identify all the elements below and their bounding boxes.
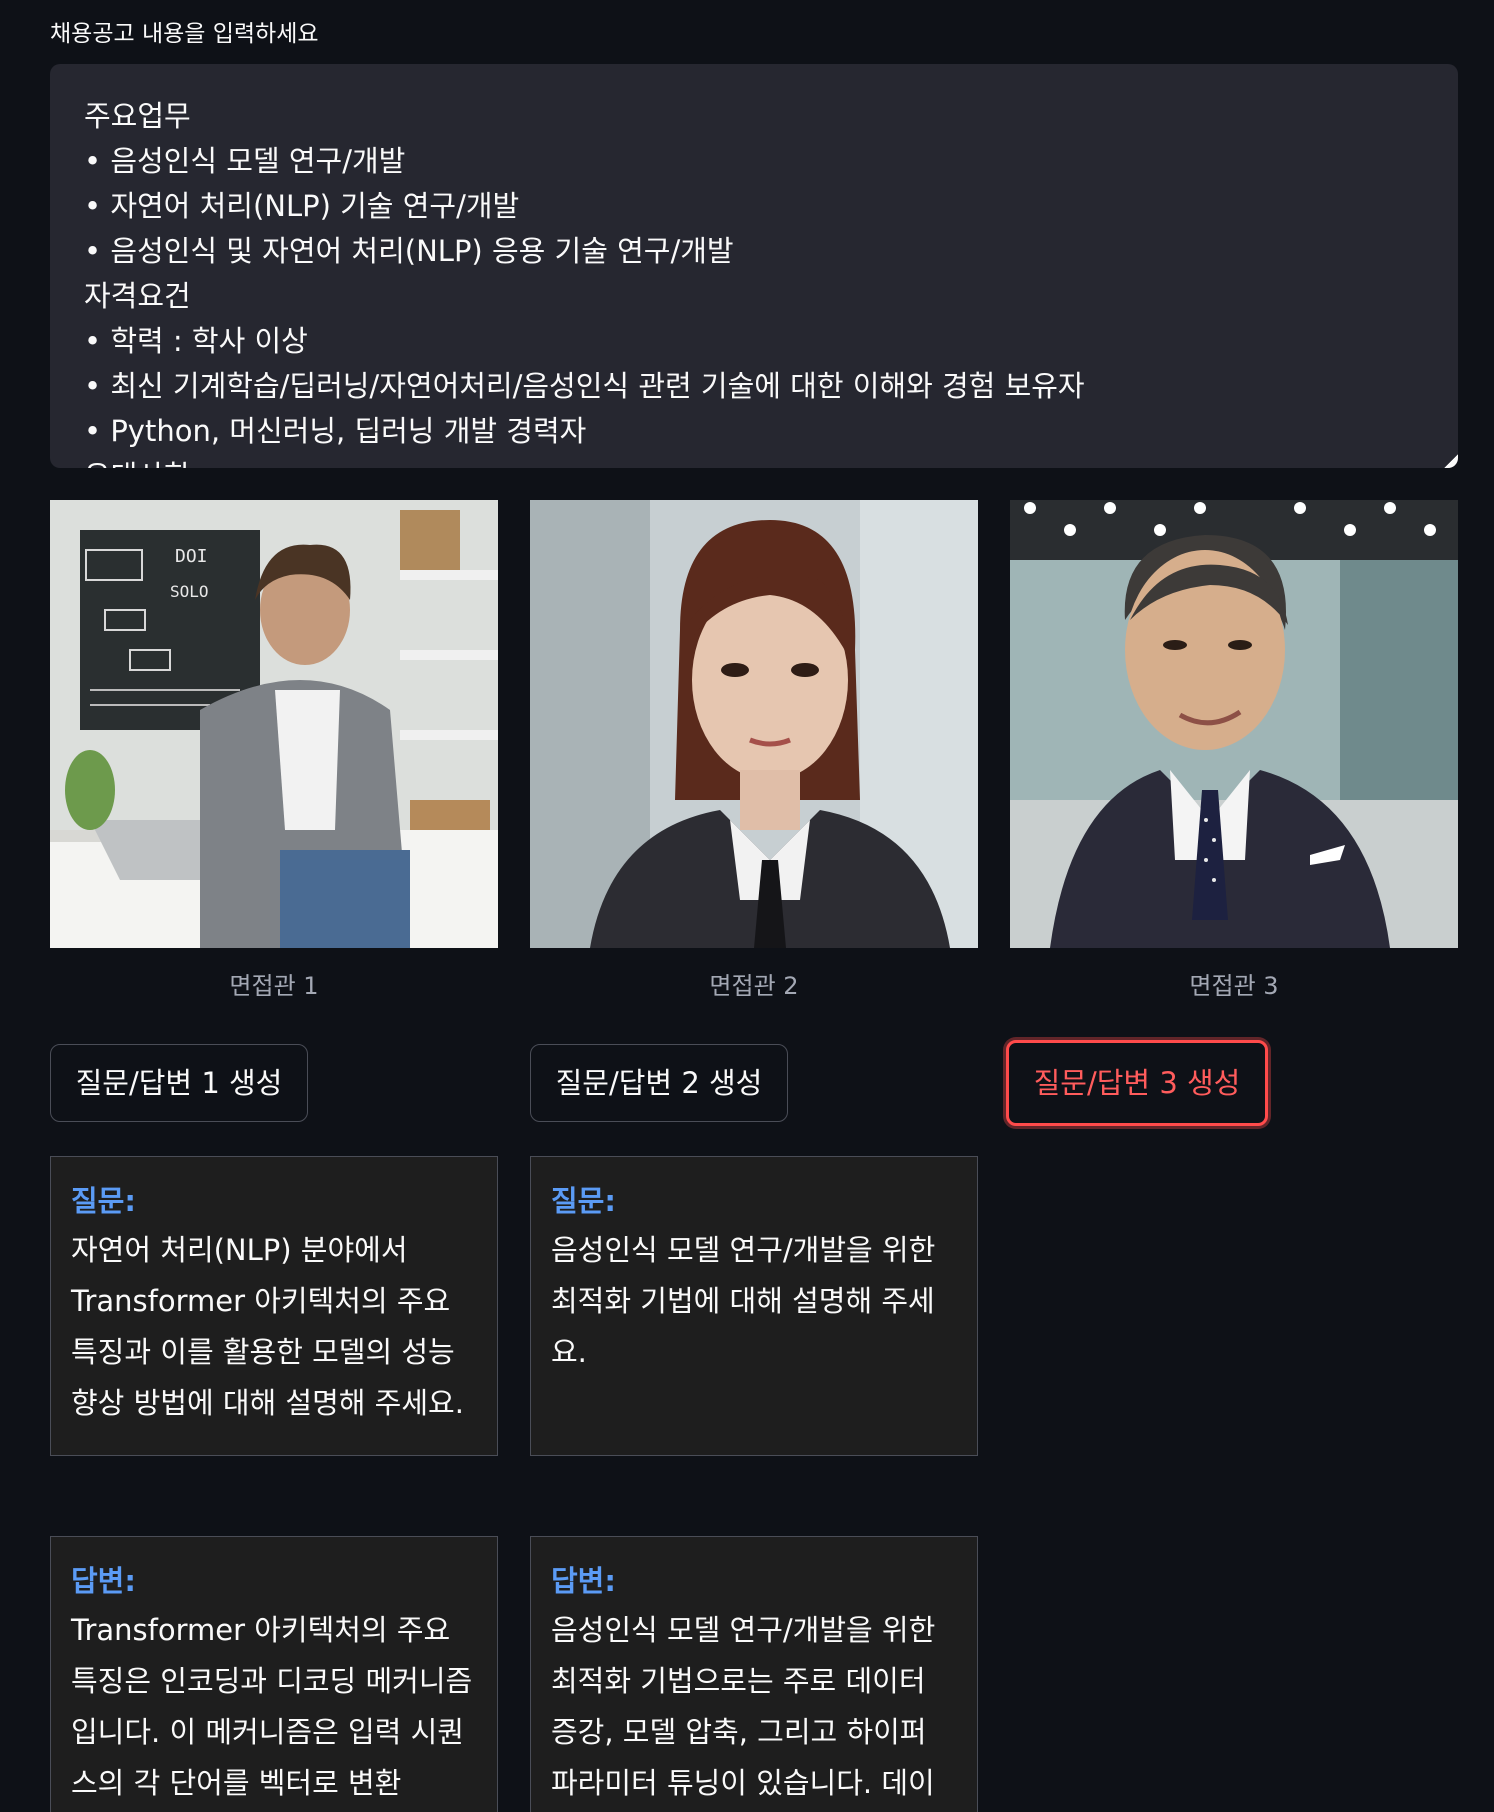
generate-qa-2-button[interactable]: 질문/답변 2 생성 [530, 1044, 788, 1122]
app-page: 채용공고 내용을 입력하세요 주요업무 • 음성인식 모델 연구/개발 • 자연… [0, 0, 1494, 1812]
answer-card-1: 답변: Transformer 아키텍처의 주요 특징은 인코딩과 디코딩 메커… [50, 1536, 498, 1812]
answer-title: 답변: [71, 1564, 136, 1598]
question-text: 자연어 처리(NLP) 분야에서 Transformer 아키텍처의 주요 특징… [71, 1233, 464, 1420]
interviewer-3-caption: 면접관 3 [1189, 972, 1279, 1000]
textarea-line: 자격요건 [84, 279, 191, 313]
svg-text:SOLO: SOLO [170, 582, 209, 601]
job-posting-label: 채용공고 내용을 입력하세요 [50, 21, 319, 47]
textarea-line: • 자연어 처리(NLP) 기술 연구/개발 [84, 189, 520, 223]
answer-text: 음성인식 모델 연구/개발을 위한 최적화 기법으로는 주로 데이터 증강, 모… [551, 1613, 936, 1800]
resize-handle[interactable] [1444, 454, 1458, 468]
question-title: 질문: [71, 1184, 136, 1218]
interviewer-1-caption: 면접관 1 [229, 972, 319, 1000]
interviewer-3-portrait [1010, 500, 1458, 948]
job-posting-textarea[interactable]: 주요업무 • 음성인식 모델 연구/개발 • 자연어 처리(NLP) 기술 연구… [50, 64, 1458, 468]
question-text: 음성인식 모델 연구/개발을 위한 최적화 기법에 대해 설명해 주세요. [551, 1233, 936, 1369]
textarea-line: • 음성인식 및 자연어 처리(NLP) 응용 기술 연구/개발 [84, 234, 734, 268]
question-card-1: 질문: 자연어 처리(NLP) 분야에서 Transformer 아키텍처의 주… [50, 1156, 498, 1456]
answer-title: 답변: [551, 1564, 616, 1598]
interviewer-2-caption: 면접관 2 [709, 972, 799, 1000]
answer-text: Transformer 아키텍처의 주요 특징은 인코딩과 디코딩 메커니즘입니… [71, 1613, 473, 1800]
textarea-line: • Python, 머신러닝, 딥러닝 개발 경력자 [84, 414, 587, 448]
textarea-line: 주요업무 [84, 99, 191, 133]
question-title: 질문: [551, 1184, 616, 1218]
textarea-line: • 음성인식 모델 연구/개발 [84, 144, 406, 178]
textarea-line: • 학력 : 학사 이상 [84, 324, 308, 358]
svg-text:DOI: DOI [175, 546, 208, 567]
interviewer-2-portrait [530, 500, 978, 948]
answer-card-2: 답변: 음성인식 모델 연구/개발을 위한 최적화 기법으로는 주로 데이터 증… [530, 1536, 978, 1812]
question-card-2: 질문: 음성인식 모델 연구/개발을 위한 최적화 기법에 대해 설명해 주세요… [530, 1156, 978, 1456]
textarea-line: • 최신 기계학습/딥러닝/자연어처리/음성인식 관련 기술에 대한 이해와 경… [84, 369, 1085, 403]
textarea-line: 우대사항 [84, 454, 1424, 468]
generate-qa-3-button[interactable]: 질문/답변 3 생성 [1006, 1040, 1268, 1126]
generate-qa-1-button[interactable]: 질문/답변 1 생성 [50, 1044, 308, 1122]
interviewer-1-portrait: DOI SOLO [50, 500, 498, 948]
